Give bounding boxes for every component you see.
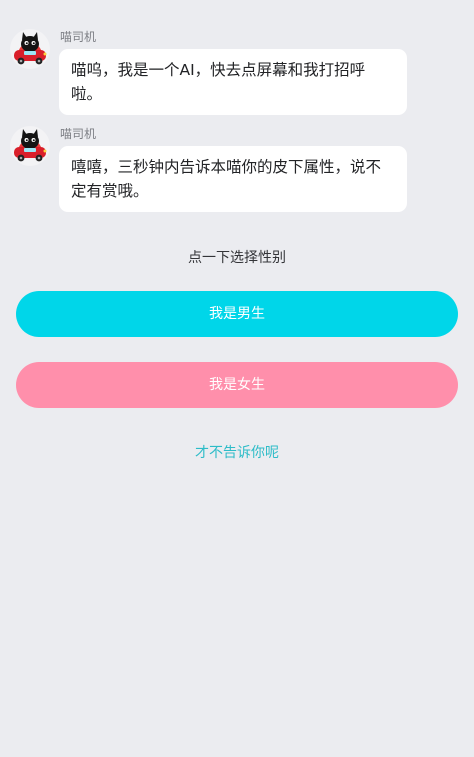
male-button[interactable]: 我是男生 [16,291,458,337]
sender-name: 喵司机 [60,127,97,141]
female-button[interactable]: 我是女生 [16,362,458,408]
black-cat-in-red-car-icon [14,32,47,65]
black-cat-in-red-car-icon [14,129,47,162]
bot-avatar [10,126,50,166]
message-bubble: 喵呜，我是一个AI，快去点屏幕和我打招呼啦。 [59,49,407,115]
message-bubble: 嘻嘻，三秒钟内告诉本喵你的皮下属性，说不定有赏哦。 [59,146,407,212]
sender-name: 喵司机 [60,30,97,44]
gender-prompt: 点一下选择性别 [188,250,286,266]
bot-avatar [10,29,50,69]
skip-link[interactable]: 才不告诉你呢 [0,443,474,463]
